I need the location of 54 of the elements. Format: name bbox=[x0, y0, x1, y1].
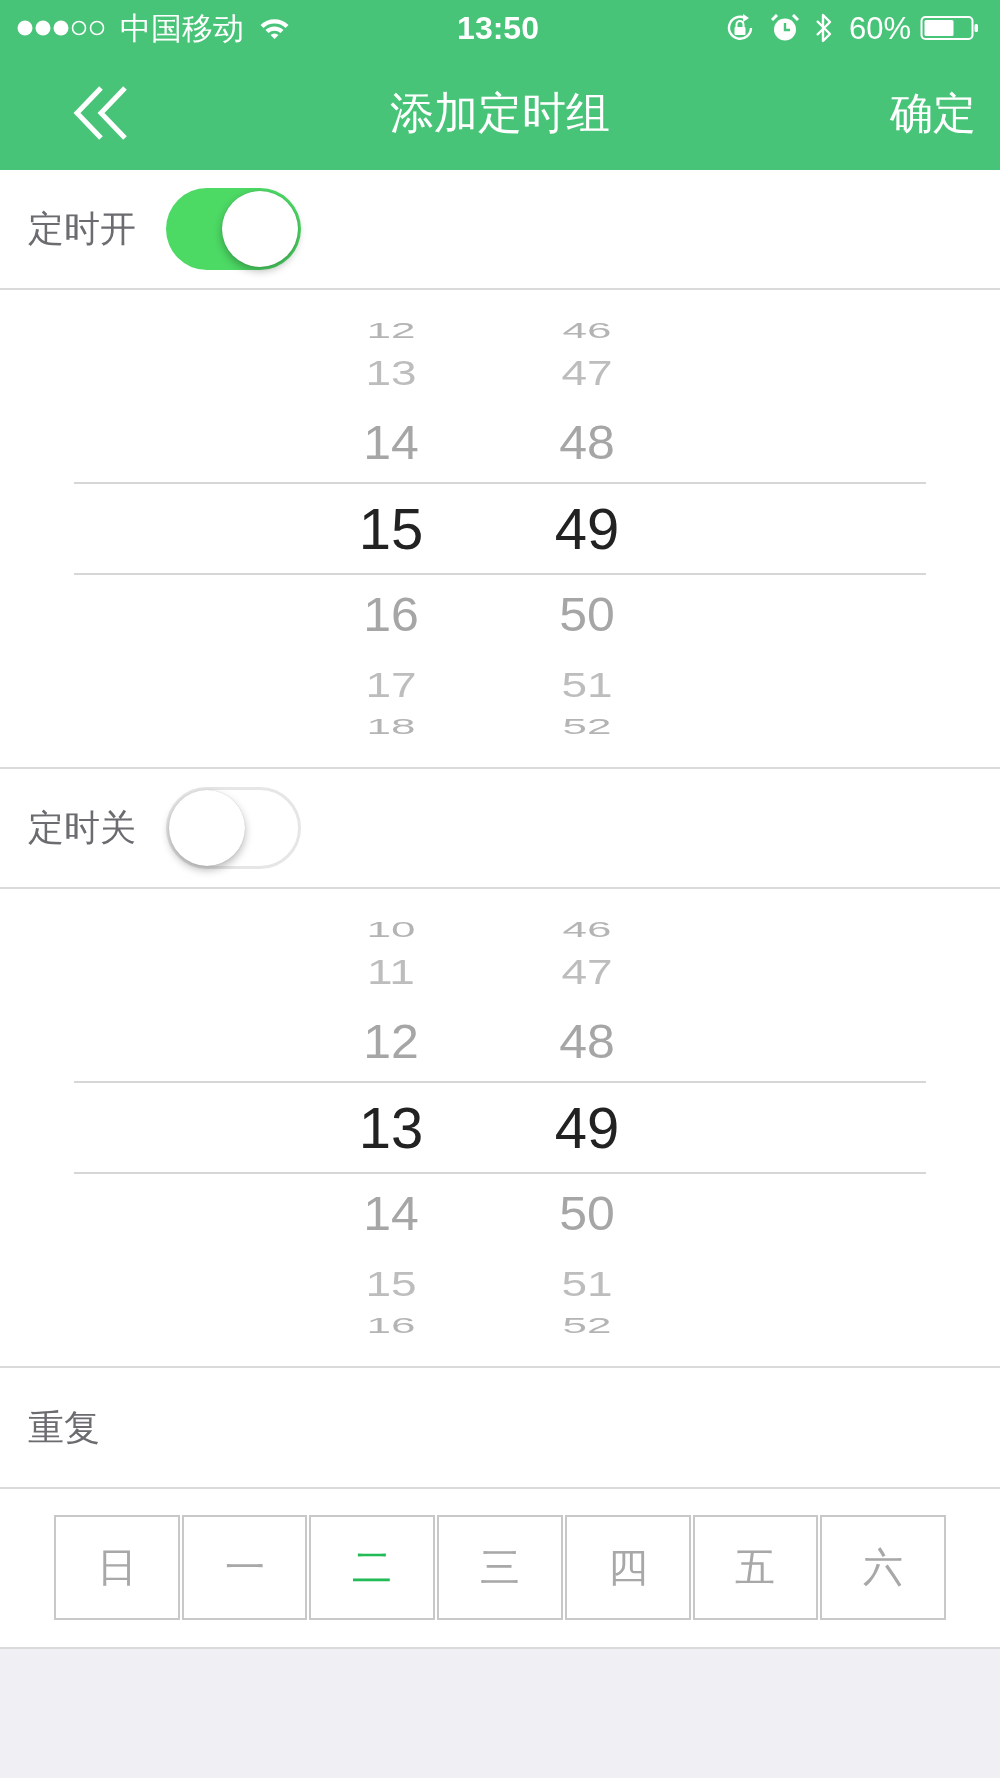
timer-label: 定时开 bbox=[28, 211, 136, 247]
weekday-button[interactable]: 六 bbox=[820, 1515, 946, 1620]
toggle-switch[interactable] bbox=[166, 787, 301, 869]
bluetooth-icon bbox=[814, 12, 833, 44]
hour-option[interactable]: 14 bbox=[363, 1189, 419, 1238]
hour-option[interactable]: 15 bbox=[358, 499, 424, 558]
back-button[interactable] bbox=[72, 86, 130, 140]
hour-option[interactable]: 13 bbox=[365, 355, 417, 390]
weekday-button[interactable]: 一 bbox=[181, 1515, 308, 1620]
timer-label: 定时关 bbox=[28, 810, 136, 846]
hour-option[interactable]: 12 bbox=[366, 319, 416, 342]
minute-option[interactable]: 48 bbox=[559, 1017, 615, 1066]
confirm-button[interactable]: 确定 bbox=[890, 91, 976, 135]
battery-percent: 60% bbox=[848, 12, 911, 44]
minute-option[interactable]: 50 bbox=[559, 1189, 615, 1238]
minute-option[interactable]: 47 bbox=[561, 954, 613, 989]
page-title: 添加定时组 bbox=[390, 91, 610, 135]
weekday-button[interactable]: 二 bbox=[309, 1515, 436, 1620]
status-time: 13:50 bbox=[457, 12, 539, 44]
minute-option[interactable]: 50 bbox=[559, 590, 615, 639]
hour-option[interactable]: 11 bbox=[367, 954, 415, 989]
double-chevron-left-icon bbox=[72, 86, 130, 140]
weekday-button[interactable]: 四 bbox=[564, 1515, 691, 1620]
repeat-label: 重复 bbox=[28, 1409, 100, 1446]
hour-option[interactable]: 17 bbox=[365, 667, 417, 702]
weekday-button[interactable]: 日 bbox=[54, 1515, 180, 1620]
alarm-clock-icon bbox=[770, 14, 799, 42]
minute-option[interactable]: 49 bbox=[554, 1098, 620, 1157]
minute-option[interactable]: 49 bbox=[554, 499, 620, 558]
hour-option[interactable]: 12 bbox=[363, 1017, 419, 1066]
hour-option[interactable]: 14 bbox=[363, 418, 419, 467]
weekday-button[interactable]: 三 bbox=[437, 1515, 563, 1620]
minute-option[interactable]: 48 bbox=[559, 418, 615, 467]
minute-option[interactable]: 46 bbox=[562, 918, 612, 941]
time-picker[interactable]: 12 46 13 47 14 48 15 49 16 50 17 51 18 52 bbox=[0, 290, 1000, 769]
hour-option[interactable]: 15 bbox=[365, 1266, 417, 1301]
minute-option[interactable]: 52 bbox=[562, 1314, 612, 1337]
minute-option[interactable]: 52 bbox=[562, 715, 612, 738]
hour-option[interactable]: 16 bbox=[363, 590, 419, 639]
minute-option[interactable]: 51 bbox=[561, 1266, 613, 1301]
minute-option[interactable]: 47 bbox=[561, 355, 613, 390]
hour-option[interactable]: 13 bbox=[358, 1098, 424, 1157]
hour-option[interactable]: 10 bbox=[366, 918, 416, 941]
toggle-switch[interactable] bbox=[166, 188, 301, 270]
wifi-icon bbox=[259, 17, 290, 39]
time-picker[interactable]: 10 46 11 47 12 48 13 49 14 50 15 51 16 52 bbox=[0, 889, 1000, 1368]
weekday-button[interactable]: 五 bbox=[692, 1515, 819, 1620]
minute-option[interactable]: 51 bbox=[561, 667, 613, 702]
hour-option[interactable]: 18 bbox=[366, 715, 416, 738]
hour-option[interactable]: 16 bbox=[366, 1314, 416, 1337]
battery-icon bbox=[920, 16, 979, 40]
minute-option[interactable]: 46 bbox=[562, 319, 612, 342]
signal-dots-icon bbox=[17, 20, 105, 36]
carrier-name: 中国移动 bbox=[120, 12, 244, 44]
